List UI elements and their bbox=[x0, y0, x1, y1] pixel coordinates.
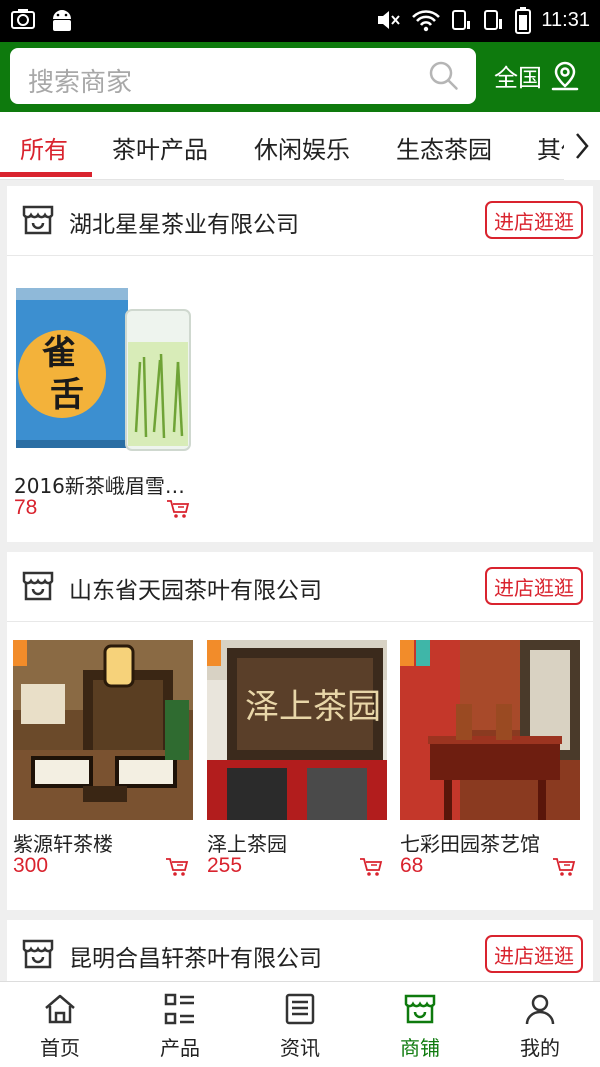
nav-news[interactable]: 资讯 bbox=[240, 982, 360, 1067]
store-card: 湖北星星茶业有限公司 进店逛逛 雀 舌 2016新茶峨眉雪… 78 bbox=[7, 186, 593, 542]
android-icon bbox=[53, 10, 71, 31]
store-header[interactable]: 湖北星星茶业有限公司 进店逛逛 bbox=[7, 186, 593, 256]
product-price: 255 bbox=[207, 854, 243, 877]
store-name: 山东省天园茶叶有限公司 bbox=[69, 578, 322, 604]
product-image[interactable]: 泽上茶园 bbox=[207, 640, 387, 820]
list-icon bbox=[164, 993, 194, 1025]
nav-shops[interactable]: 商铺 bbox=[360, 982, 480, 1067]
tab-leisure[interactable]: 休闲娱乐 bbox=[254, 130, 350, 165]
product-card[interactable]: 泽上茶园 泽上茶园 255 bbox=[207, 640, 387, 880]
shop-icon bbox=[404, 994, 436, 1024]
nav-mine[interactable]: 我的 bbox=[480, 982, 600, 1067]
tab-tea-products[interactable]: 茶叶产品 bbox=[112, 130, 208, 165]
product-name: 2016新茶峨眉雪… bbox=[14, 474, 185, 498]
product-name: 紫源轩茶楼 bbox=[13, 832, 113, 856]
search-icon[interactable] bbox=[428, 60, 460, 92]
store-icon bbox=[22, 571, 54, 601]
nav-home-label: 首页 bbox=[40, 1036, 80, 1060]
tab-eco-garden[interactable]: 生态茶园 bbox=[396, 130, 492, 165]
bottom-nav: 首页 产品 资讯 商铺 我的 bbox=[0, 981, 600, 1067]
tea-can-label-top: 雀 bbox=[42, 333, 76, 373]
search-input[interactable]: 搜索商家 bbox=[10, 48, 476, 104]
product-name: 七彩田园茶艺馆 bbox=[400, 832, 540, 856]
product-image[interactable] bbox=[13, 640, 193, 820]
cart-icon[interactable] bbox=[165, 856, 189, 878]
store-header[interactable]: 山东省天园茶叶有限公司 进店逛逛 bbox=[7, 552, 593, 622]
store-card: 昆明合昌轩茶叶有限公司 进店逛逛 bbox=[7, 920, 593, 981]
cart-icon[interactable] bbox=[166, 498, 190, 520]
user-icon bbox=[525, 994, 555, 1025]
nav-products[interactable]: 产品 bbox=[120, 982, 240, 1067]
nav-mine-label: 我的 bbox=[520, 1036, 560, 1060]
product-price: 68 bbox=[400, 854, 424, 877]
product-card[interactable]: 紫源轩茶楼 300 bbox=[13, 640, 193, 880]
status-bar: 11:31 bbox=[0, 0, 600, 42]
sign-text: 泽上茶园 bbox=[245, 687, 381, 727]
clock: 11:31 bbox=[541, 8, 590, 31]
store-card: 山东省天园茶叶有限公司 进店逛逛 紫源轩茶楼 300 泽上茶园 泽上茶园 255… bbox=[7, 552, 593, 910]
store-icon bbox=[22, 205, 54, 235]
product-card[interactable]: 雀 舌 2016新茶峨眉雪… 78 bbox=[14, 282, 194, 522]
product-name: 泽上茶园 bbox=[207, 832, 287, 856]
sim2-signal-icon bbox=[484, 10, 503, 30]
tea-can-label-bottom: 舌 bbox=[50, 375, 84, 415]
mute-icon bbox=[378, 11, 401, 29]
search-placeholder: 搜索商家 bbox=[28, 68, 133, 98]
tabs-scroll-right[interactable] bbox=[564, 112, 600, 180]
screenshot-icon bbox=[11, 9, 35, 29]
nav-news-label: 资讯 bbox=[280, 1036, 320, 1060]
top-header: 搜索商家 全国 bbox=[0, 42, 600, 112]
region-selector[interactable]: 全国 bbox=[494, 58, 580, 93]
cart-icon[interactable] bbox=[359, 856, 383, 878]
product-image[interactable]: 雀 舌 bbox=[14, 282, 194, 462]
store-name: 昆明合昌轩茶叶有限公司 bbox=[69, 946, 322, 972]
visit-store-button[interactable]: 进店逛逛 bbox=[485, 567, 583, 605]
category-tabs: 所有 茶叶产品 休闲娱乐 生态茶园 其他 bbox=[0, 112, 600, 180]
visit-store-button[interactable]: 进店逛逛 bbox=[485, 935, 583, 973]
location-pin-icon bbox=[551, 61, 579, 90]
chevron-right-icon bbox=[576, 133, 589, 159]
store-header[interactable]: 昆明合昌轩茶叶有限公司 进店逛逛 bbox=[7, 920, 593, 981]
home-icon bbox=[45, 994, 75, 1024]
tab-all[interactable]: 所有 bbox=[20, 130, 68, 165]
news-icon bbox=[285, 993, 315, 1025]
wifi-icon bbox=[412, 10, 441, 32]
nav-home[interactable]: 首页 bbox=[0, 982, 120, 1067]
store-name: 湖北星星茶业有限公司 bbox=[69, 212, 299, 238]
product-image[interactable] bbox=[400, 640, 580, 820]
nav-products-label: 产品 bbox=[160, 1036, 200, 1060]
nav-shops-label: 商铺 bbox=[400, 1036, 440, 1060]
product-price: 300 bbox=[13, 854, 49, 877]
active-tab-indicator bbox=[0, 172, 92, 177]
store-icon bbox=[22, 939, 54, 969]
sim1-signal-icon bbox=[452, 10, 471, 30]
visit-store-button[interactable]: 进店逛逛 bbox=[485, 201, 583, 239]
product-price: 78 bbox=[14, 496, 38, 519]
battery-icon bbox=[515, 7, 532, 34]
cart-icon[interactable] bbox=[552, 856, 576, 878]
region-label: 全国 bbox=[494, 64, 542, 92]
product-card[interactable]: 七彩田园茶艺馆 68 bbox=[400, 640, 580, 880]
